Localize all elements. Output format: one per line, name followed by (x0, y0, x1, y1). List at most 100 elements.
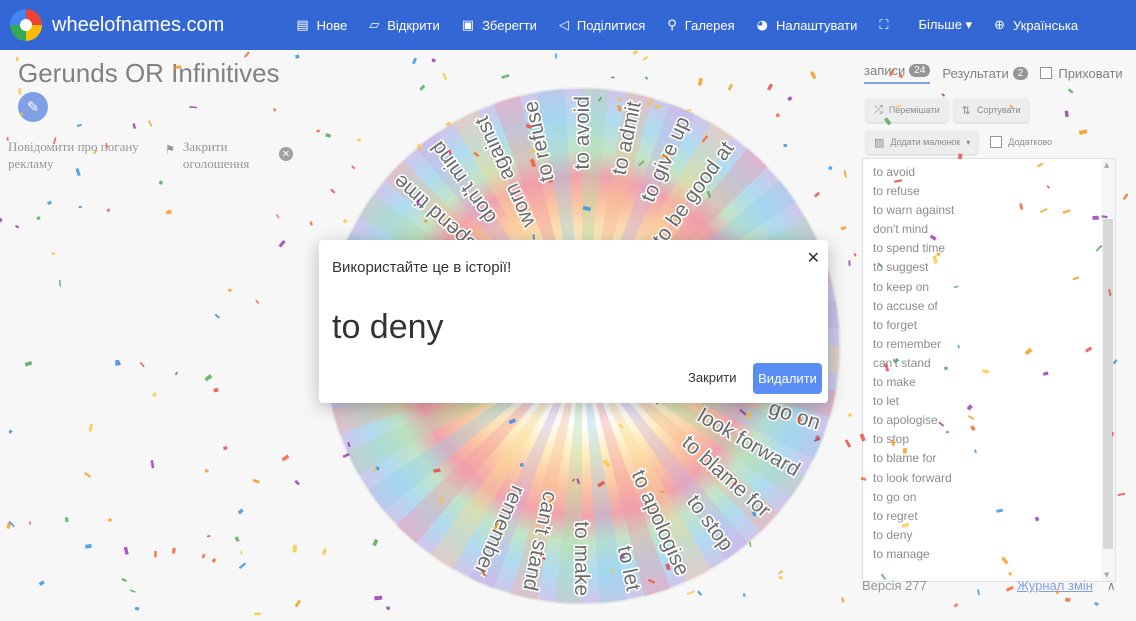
page-title: Gerunds OR Infinitives (18, 58, 280, 88)
close-icon[interactable]: ✕ (807, 248, 820, 267)
palette-icon: ◕ (756, 17, 768, 33)
entry-item[interactable]: to refuse (873, 182, 1115, 201)
confetti-piece (201, 553, 206, 559)
confetti-piece (8, 429, 13, 434)
confetti-piece (214, 313, 221, 319)
confetti-piece (84, 543, 92, 549)
confetti-piece (281, 454, 290, 462)
tab-entries[interactable]: записи 24 (864, 63, 931, 84)
entries-scrollbar[interactable]: ▲ ▼ (1101, 159, 1115, 581)
image-icon: ▨ (874, 135, 885, 149)
confetti-piece (223, 446, 228, 451)
nav-open[interactable]: ▱ Відкрити (369, 18, 440, 33)
main-nav: ▤ Нове ▱ Відкрити ▣ Зберегти ◁ Поділитися ⚲ Г… (296, 17, 1100, 33)
confetti-piece (14, 224, 20, 229)
entry-item[interactable]: to keep on (873, 278, 1115, 297)
scroll-up-icon[interactable]: ▲ (1104, 161, 1109, 169)
close-ad-link[interactable]: ⚑ Закрити оголошення (165, 138, 263, 172)
confetti-piece (121, 577, 128, 583)
nav-gallery[interactable]: ⚲ Галерея (667, 18, 734, 33)
sort-icon: ⇅ (961, 103, 971, 117)
entries-textarea[interactable]: to avoid to refuse to warn against don't mi… (862, 158, 1116, 582)
hide-toggle[interactable]: Приховати (1040, 66, 1123, 81)
confetti-piece (632, 49, 639, 56)
brand-name: wheelofnames.com (52, 13, 225, 36)
wheel-segment-label: to avoid (571, 96, 594, 170)
advanced-checkbox[interactable] (990, 136, 1003, 148)
caret-down-icon: ▾ (966, 137, 971, 147)
entry-item[interactable]: don't mind (873, 220, 1115, 239)
entry-item[interactable]: to suggest (873, 258, 1115, 277)
confetti-piece (150, 460, 155, 469)
scroll-thumb[interactable] (1103, 219, 1113, 549)
entry-item[interactable]: to deny (873, 526, 1115, 545)
hide-checkbox[interactable] (1040, 67, 1053, 79)
entry-item[interactable]: to warn against (873, 201, 1115, 220)
version-label: Версія 277 (862, 578, 927, 593)
entry-item[interactable]: to let (873, 392, 1115, 411)
nav-more[interactable]: Більше ▾ (918, 17, 972, 33)
entry-item[interactable]: to remember (873, 335, 1115, 354)
entry-item[interactable]: to spend time (873, 239, 1115, 258)
report-ad-link[interactable]: Повідомити про погану рекламу (8, 138, 153, 172)
entry-item[interactable]: to manage (873, 545, 1115, 564)
nav-save[interactable]: ▣ Зберегти (462, 18, 537, 33)
dialog-close-button[interactable]: Закрити (688, 370, 736, 385)
confetti-piece (204, 469, 209, 473)
dialog-delete-button[interactable]: Видалити (753, 363, 822, 394)
brand[interactable]: wheelofnames.com (10, 9, 224, 41)
confetti-piece (431, 58, 436, 63)
logo-icon (10, 9, 42, 41)
entry-item[interactable]: to accuse of (873, 297, 1115, 316)
confetti-piece (123, 546, 129, 555)
confetti-piece (18, 88, 22, 95)
entry-item[interactable]: to regret (873, 507, 1115, 526)
confetti-piece (148, 120, 153, 127)
confetti-piece (158, 180, 164, 186)
entry-item[interactable]: to avoid (873, 163, 1115, 182)
nav-new[interactable]: ▤ Нове (296, 18, 347, 33)
entry-item[interactable]: can't stand (873, 354, 1115, 373)
wheel-segment-label: to make (570, 521, 593, 596)
entry-item[interactable]: to make (873, 373, 1115, 392)
confetti-piece (6, 522, 12, 529)
dialog-title: Використайте це в історії! (332, 259, 512, 276)
nav-fullscreen[interactable]: ⛶ (879, 18, 896, 33)
nav-language[interactable]: ⊕ Українська (994, 18, 1078, 33)
shuffle-button[interactable]: ⤮ Перемішати (866, 98, 948, 122)
chevron-up-icon[interactable]: ∧ (1107, 579, 1116, 593)
confetti-piece (243, 51, 250, 58)
entry-item[interactable]: to apologise (873, 411, 1115, 430)
confetti-piece (174, 371, 179, 376)
advanced-toggle[interactable]: Додатково (990, 136, 1052, 148)
ad-dismiss-icon[interactable]: ✕ (279, 147, 293, 161)
entry-item[interactable]: to go on (873, 488, 1115, 507)
confetti-piece (0, 217, 3, 223)
entry-item[interactable]: to forget (873, 316, 1115, 335)
panel-tabs: записи 24 Результати 2 Приховати (852, 56, 1136, 90)
add-image-button[interactable]: ▨ Додати малюнок ▾ (866, 130, 979, 154)
panel-footer: Версія 277 Журнал змін ∧ (852, 578, 1136, 593)
confetti-piece (255, 299, 260, 305)
confetti-piece (38, 580, 45, 586)
entry-item[interactable]: to look forward (873, 469, 1115, 488)
confetti-piece (292, 544, 298, 553)
confetti-piece (29, 521, 31, 525)
confetti-piece (24, 360, 33, 367)
confetti-piece (134, 606, 140, 611)
sort-button[interactable]: ⇅ Сортувати (953, 98, 1029, 122)
pencil-icon: ✎ (26, 98, 40, 116)
nav-customize[interactable]: ◕ Налаштувати (757, 18, 858, 33)
changelog-link[interactable]: Журнал змін (1017, 578, 1093, 593)
file-icon: ▤ (296, 17, 309, 33)
confetti-piece (114, 359, 120, 366)
close-ad-label: Закрити оголошення (182, 139, 250, 171)
nav-share[interactable]: ◁ Поділитися (559, 18, 645, 33)
tab-results[interactable]: Результати 2 (942, 66, 1029, 81)
confetti-piece (8, 520, 15, 528)
entry-item[interactable]: to blame for (873, 449, 1115, 468)
confetti-piece (697, 77, 703, 86)
entry-item[interactable]: to stop (873, 430, 1115, 449)
edit-title-button[interactable]: ✎ (18, 92, 48, 122)
confetti-piece (555, 53, 558, 59)
